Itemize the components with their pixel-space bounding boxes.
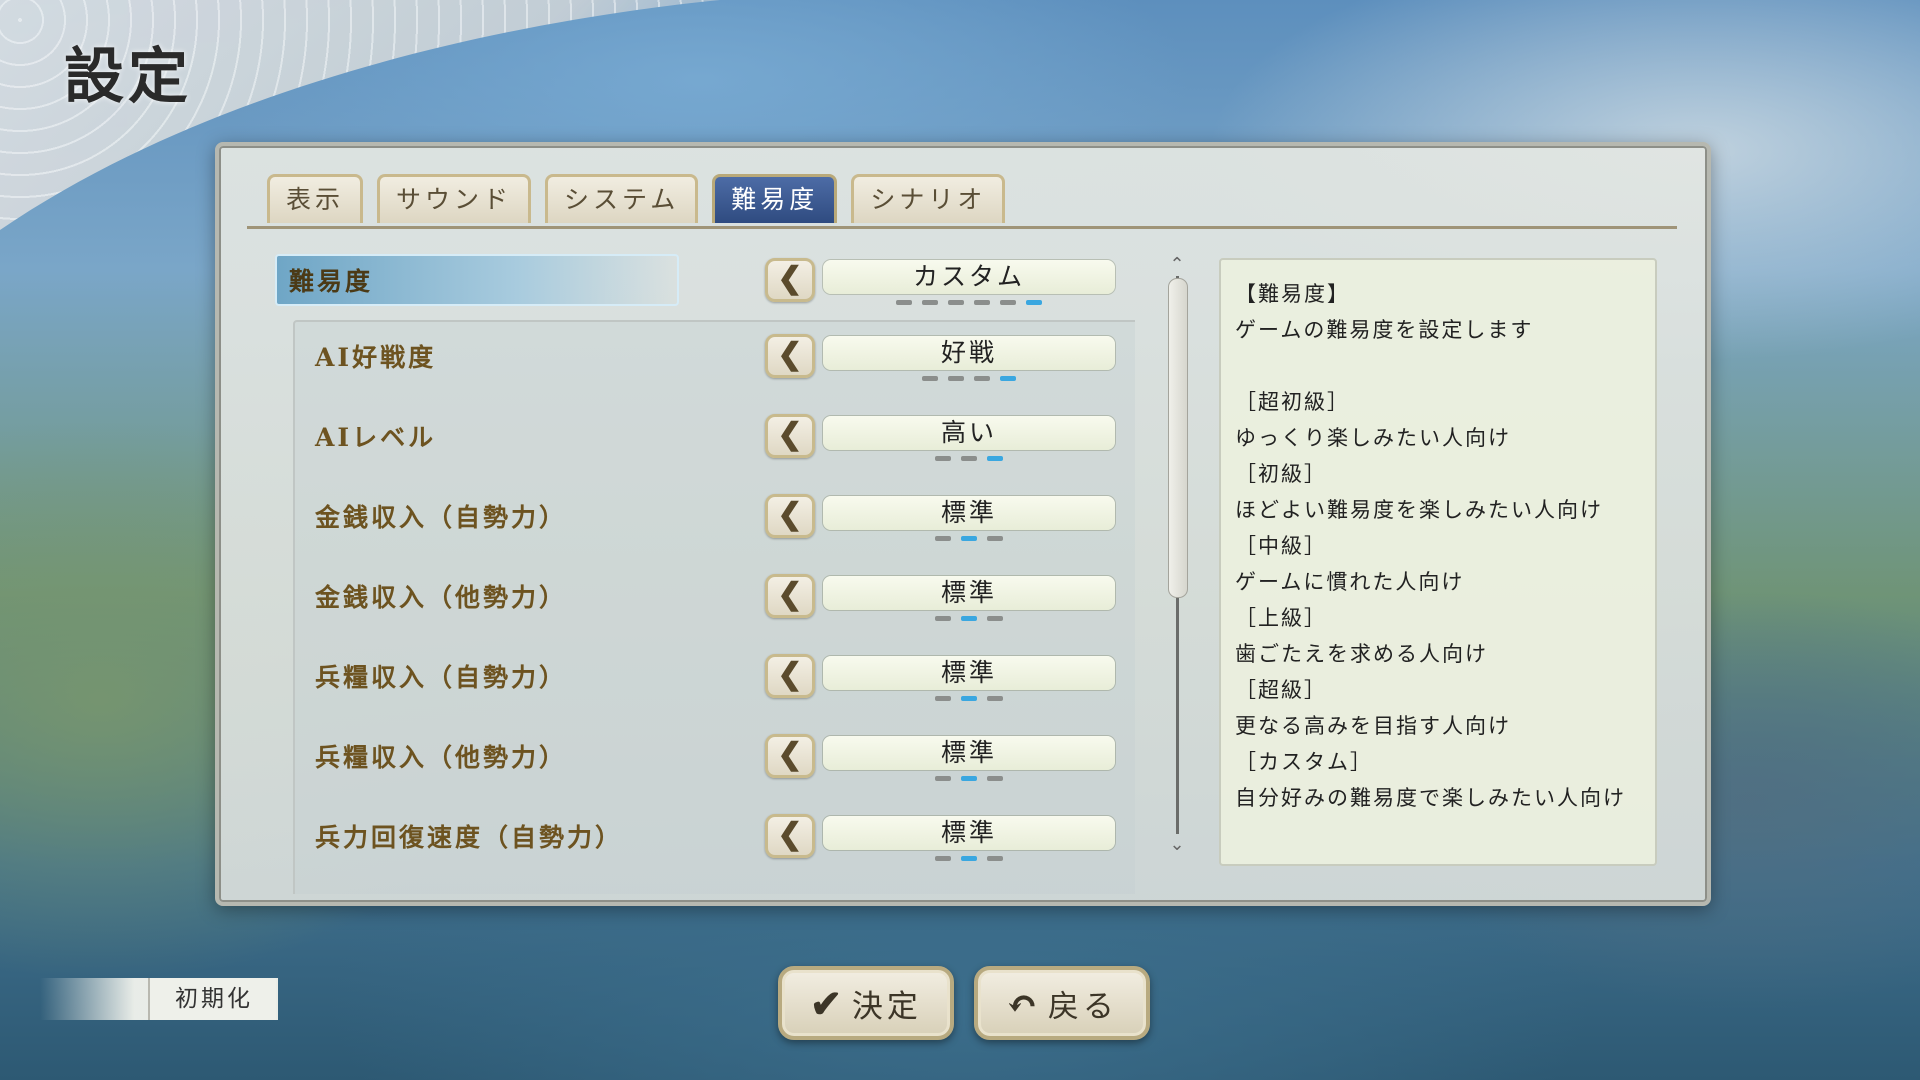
setting-value: 標準: [823, 656, 1115, 690]
setting-value: 標準: [823, 816, 1115, 850]
setting-label: AI好戦度: [315, 343, 437, 372]
indicator-dot: [961, 696, 977, 701]
indicator-dot: [961, 776, 977, 781]
indicator-dot: [987, 856, 1003, 861]
indicator-dot: [935, 856, 951, 861]
indicator-dot: [1000, 300, 1016, 305]
description-line: ［初級］: [1235, 462, 1327, 486]
setting-prev-arrow[interactable]: ❮: [765, 414, 815, 458]
difficulty-prev-arrow[interactable]: ❮: [765, 258, 815, 302]
difficulty-value: カスタム: [823, 260, 1115, 294]
back-arrow-icon: ↶: [1006, 980, 1042, 1026]
indicator-dot: [935, 536, 951, 541]
description-line: 【難易度】: [1235, 282, 1350, 306]
setting-prev-arrow[interactable]: ❮: [765, 494, 815, 538]
setting-indicator: [935, 536, 1003, 541]
difficulty-label: 難易度: [289, 267, 374, 296]
description-line: ［中級］: [1235, 534, 1327, 558]
description-line: 更なる高みを目指す人向け: [1235, 714, 1511, 738]
indicator-dot: [987, 616, 1003, 621]
description-panel: 【難易度】ゲームの難易度を設定します ［超初級］ ゆっくり楽しみたい人向け ［初級］ ほ…: [1219, 258, 1657, 866]
back-button[interactable]: ↶ 戻る: [974, 966, 1150, 1040]
setting-prev-arrow[interactable]: ❮: [765, 734, 815, 778]
indicator-dot: [935, 456, 951, 461]
indicator-dot: [922, 376, 938, 381]
tab-display[interactable]: 表示: [267, 174, 364, 223]
indicator-dot: [961, 616, 977, 621]
setting-value: 標準: [823, 576, 1115, 610]
back-label: 戻る: [1047, 988, 1118, 1025]
description-line: ［超初級］: [1235, 390, 1350, 414]
tab-divider: [247, 226, 1677, 229]
setting-prev-arrow[interactable]: ❮: [765, 574, 815, 618]
description-line: 自分好みの難易度で楽しみたい人向け: [1235, 786, 1626, 810]
scroll-thumb[interactable]: [1168, 278, 1188, 598]
indicator-dot: [935, 696, 951, 701]
setting-value: 好戦: [823, 336, 1115, 370]
description-line: ［上級］: [1235, 606, 1327, 630]
setting-value: 標準: [823, 736, 1115, 770]
description-line: 歯ごたえを求める人向け: [1235, 642, 1488, 666]
indicator-dot: [948, 376, 964, 381]
setting-indicator: [935, 616, 1003, 621]
reset-button[interactable]: 初期化: [148, 978, 278, 1020]
setting-prev-arrow[interactable]: ❮: [765, 814, 815, 858]
setting-label: 金銭収入（他勢力）: [315, 583, 568, 612]
description-line: ［超級］: [1235, 678, 1327, 702]
settings-panel: 表示 サウンド システム 難易度 シナリオ 難易度 ❮ カスタム ❯ AI好戦度…: [215, 142, 1711, 906]
indicator-dot: [974, 376, 990, 381]
setting-indicator: [935, 456, 1003, 461]
indicator-dot: [896, 300, 912, 305]
indicator-dot: [987, 776, 1003, 781]
setting-label: 兵力回復速度（自勢力）: [315, 823, 624, 852]
indicator-dot: [948, 300, 964, 305]
setting-indicator: [935, 856, 1003, 861]
check-icon: ✔: [810, 980, 846, 1026]
scroll-up-icon[interactable]: ⌃: [1166, 256, 1188, 274]
indicator-dot: [974, 300, 990, 305]
scroll-down-icon[interactable]: ⌄: [1166, 836, 1188, 854]
tab-bar: 表示 サウンド システム 難易度 シナリオ: [267, 174, 1006, 223]
setting-prev-arrow[interactable]: ❮: [765, 334, 815, 378]
description-line: ゲームに慣れた人向け: [1235, 570, 1465, 594]
indicator-dot: [1026, 300, 1042, 305]
indicator-dot: [987, 536, 1003, 541]
tab-difficulty[interactable]: 難易度: [712, 174, 838, 223]
tab-system[interactable]: システム: [545, 174, 699, 223]
indicator-dot: [935, 616, 951, 621]
difficulty-indicator: [896, 300, 1042, 305]
setting-indicator: [922, 376, 1016, 381]
description-line: ゲームの難易度を設定します: [1235, 318, 1534, 342]
setting-label: 金銭収入（自勢力）: [315, 503, 568, 532]
indicator-dot: [1000, 376, 1016, 381]
setting-prev-arrow[interactable]: ❮: [765, 654, 815, 698]
tab-sound[interactable]: サウンド: [377, 174, 532, 223]
indicator-dot: [987, 696, 1003, 701]
settings-list: 難易度 ❮ カスタム ❯ AI好戦度❮好戦❯AIレベル❮高い❯金銭収入（自勢力）…: [275, 254, 1135, 894]
setting-indicator: [935, 776, 1003, 781]
indicator-dot: [922, 300, 938, 305]
confirm-label: 決定: [851, 988, 922, 1025]
page-title: 設定: [64, 42, 192, 112]
description-line: ゆっくり楽しみたい人向け: [1235, 426, 1511, 450]
indicator-dot: [987, 456, 1003, 461]
description-line: ［カスタム］: [1235, 750, 1373, 774]
setting-label: 兵糧収入（自勢力）: [315, 663, 568, 692]
setting-value: 高い: [823, 416, 1115, 450]
scrollbar[interactable]: ⌃ ⌄: [1166, 256, 1188, 856]
indicator-dot: [961, 536, 977, 541]
indicator-dot: [935, 776, 951, 781]
indicator-dot: [961, 856, 977, 861]
setting-label: 兵糧収入（他勢力）: [315, 743, 568, 772]
confirm-button[interactable]: ✔ 決定: [778, 966, 954, 1040]
setting-indicator: [935, 696, 1003, 701]
setting-label: AIレベル: [315, 423, 437, 452]
tab-scenario[interactable]: シナリオ: [851, 174, 1006, 223]
setting-value: 標準: [823, 496, 1115, 530]
indicator-dot: [961, 456, 977, 461]
description-line: ほどよい難易度を楽しみたい人向け: [1235, 498, 1603, 522]
